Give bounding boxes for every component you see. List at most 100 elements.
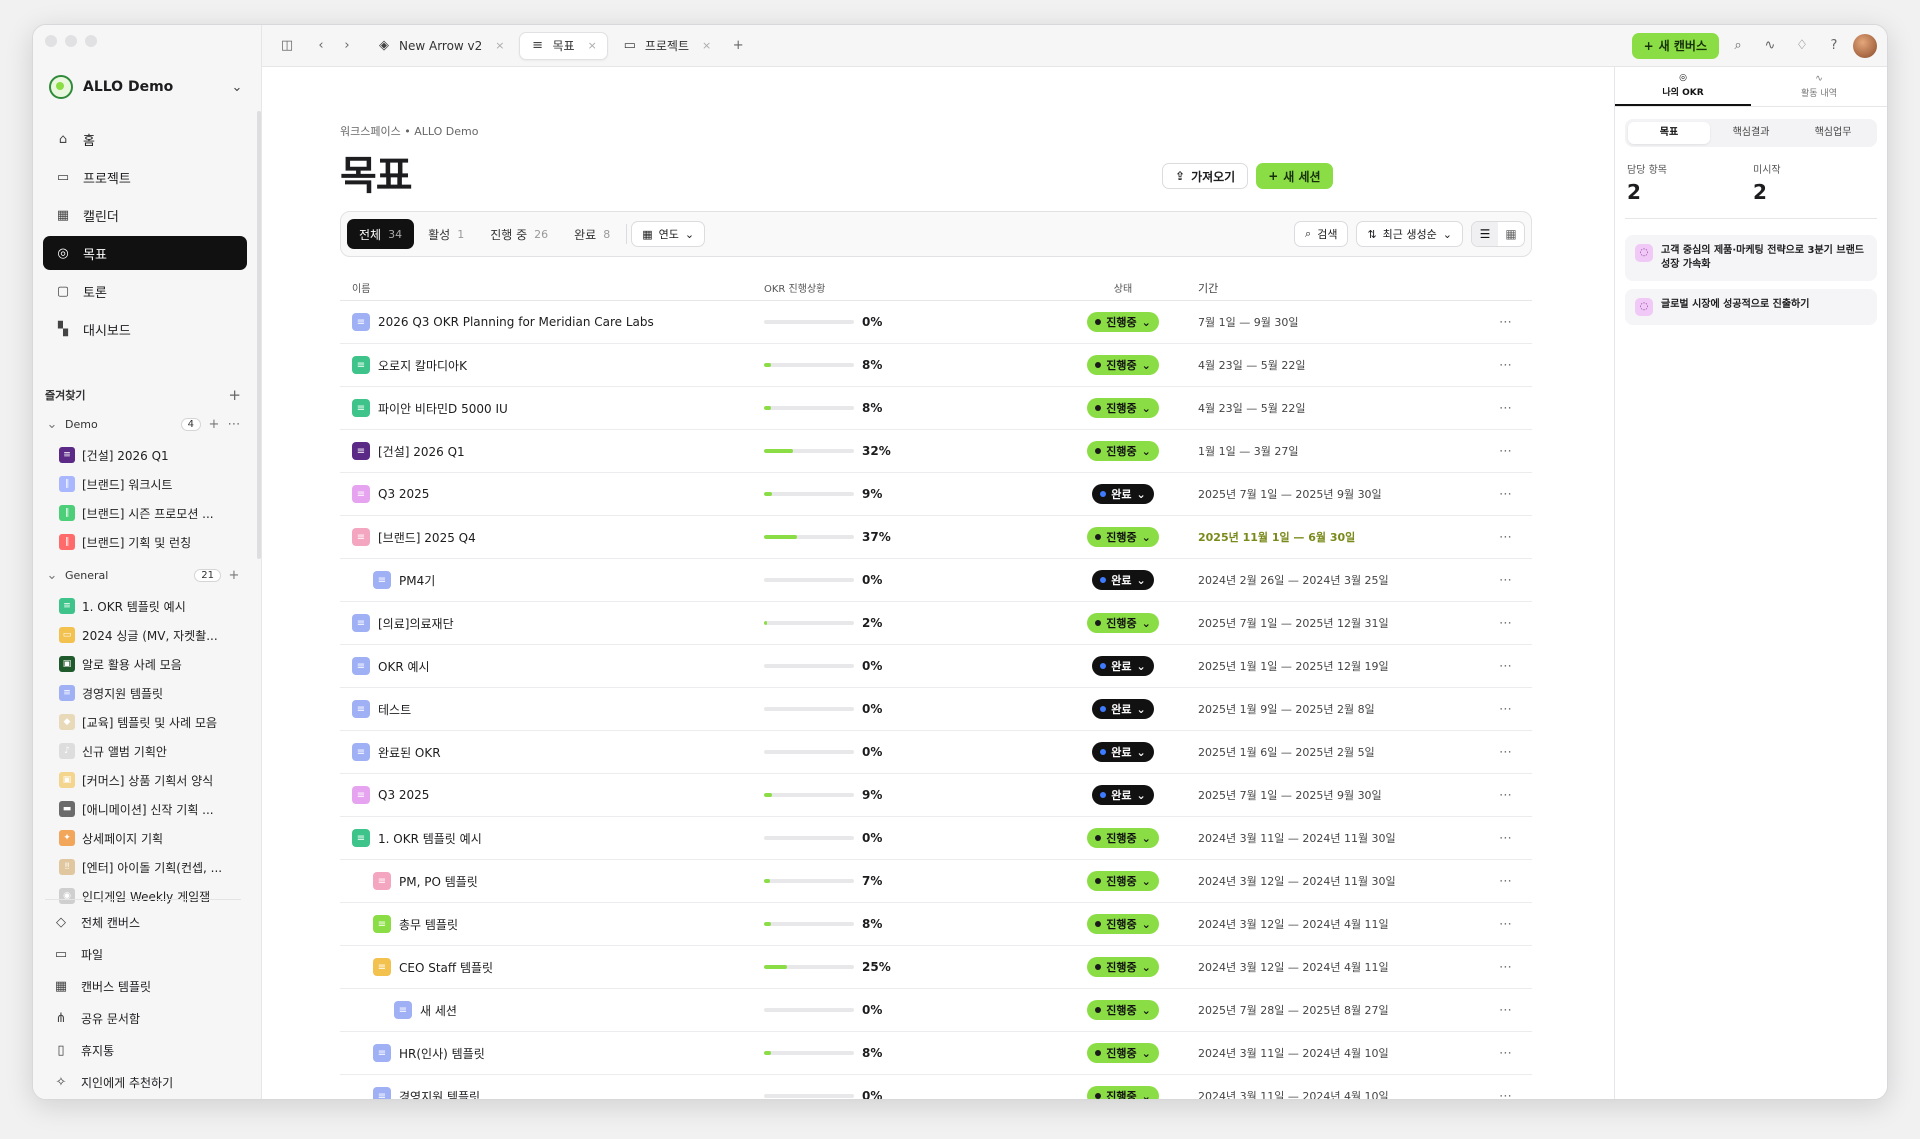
table-row[interactable]: ≡ 완료된 OKR 0% 완료 ⌄ 2025년 1월 6일 — 2025년 2월 5일 ⋯ — [340, 731, 1532, 774]
status-badge[interactable]: 완료 ⌄ — [1092, 570, 1154, 590]
new-tab-icon[interactable]: + — [725, 33, 751, 59]
bottom-nav-item-3[interactable]: ⋔ 공유 문서함 — [45, 1002, 241, 1034]
help-icon[interactable]: ? — [1821, 33, 1847, 59]
table-row[interactable]: ≡ 1. OKR 템플릿 예시 0% 진행중 ⌄ 2024년 3월 11일 — 2024년… — [340, 817, 1532, 860]
table-row[interactable]: ≡ 파이안 비타민D 5000 IU 8% 진행중 ⌄ 4월 23일 — 5월 22일 ⋯ — [340, 387, 1532, 430]
table-row[interactable]: ≡ Q3 2025 9% 완료 ⌄ 2025년 7월 1일 — 2025년 9월 30일 ⋯ — [340, 774, 1532, 817]
workspace-switcher[interactable]: ALLO Demo ⌄ — [49, 71, 245, 103]
more-icon[interactable]: ⋯ — [1482, 659, 1532, 674]
status-badge[interactable]: 진행중 ⌄ — [1087, 1043, 1159, 1063]
status-badge[interactable]: 완료 ⌄ — [1092, 742, 1154, 762]
sidebar-tree-item[interactable]: ▣ 알로 활용 사례 모음 — [59, 651, 239, 677]
bottom-nav-item-0[interactable]: ◇ 전체 캔버스 — [45, 906, 241, 938]
tab-0[interactable]: ◈ New Arrow v2 × — [366, 32, 515, 60]
more-icon[interactable]: ⋯ — [1482, 401, 1532, 416]
sidebar-tree-item[interactable]: ‼ [엔터] 아이돌 기획(컨셉, ... — [59, 854, 239, 880]
tab-1[interactable]: ≡ 목표 × — [518, 31, 608, 60]
sidebar-tree-item[interactable]: ≡ 1. OKR 템플릿 예시 — [59, 593, 239, 619]
status-badge[interactable]: 완료 ⌄ — [1092, 656, 1154, 676]
table-row[interactable]: ≡ 오로지 칼마디아K 8% 진행중 ⌄ 4월 23일 — 5월 22일 ⋯ — [340, 344, 1532, 387]
more-icon[interactable]: ⋯ — [1482, 1003, 1532, 1018]
status-badge[interactable]: 진행중 ⌄ — [1087, 1000, 1159, 1020]
import-button[interactable]: ⇪ 가져오기 — [1162, 163, 1249, 189]
back-icon[interactable]: ‹ — [308, 33, 334, 59]
status-badge[interactable]: 진행중 ⌄ — [1087, 914, 1159, 934]
table-row[interactable]: ≡ 총무 템플릿 8% 진행중 ⌄ 2024년 3월 12일 — 2024년 4월 11일… — [340, 903, 1532, 946]
status-badge[interactable]: 완료 ⌄ — [1092, 484, 1154, 504]
new-canvas-button[interactable]: + 새 캔버스 — [1631, 32, 1719, 59]
more-icon[interactable]: ⋯ — [1482, 917, 1532, 932]
bottom-nav-item-4[interactable]: ▯ 휴지통 — [45, 1034, 241, 1066]
status-badge[interactable]: 진행중 ⌄ — [1087, 957, 1159, 977]
plus-icon[interactable]: + — [227, 568, 241, 583]
nav-item-4[interactable]: ▢ 토론 — [43, 274, 247, 308]
sidebar-tree-item[interactable]: ◆ [교육] 템플릿 및 사례 모음 — [59, 709, 239, 735]
table-row[interactable]: ≡ 새 세션 0% 진행중 ⌄ 2025년 7월 28일 — 2025년 8월 27일 ⋯ — [340, 989, 1532, 1032]
filter-chip-3[interactable]: 완료 8 — [562, 219, 622, 249]
more-icon[interactable]: ⋯ — [1482, 358, 1532, 373]
bottom-nav-item-5[interactable]: ✧ 지인에게 추천하기 — [45, 1066, 241, 1098]
more-icon[interactable]: ⋯ — [1482, 1089, 1532, 1100]
group-header-general[interactable]: ⌄ General 21 + — [45, 564, 241, 586]
column-name[interactable]: 이름 — [340, 280, 764, 295]
sidebar-scrollbar[interactable] — [257, 111, 261, 559]
more-icon[interactable]: ⋯ — [1482, 745, 1532, 760]
list-view-icon[interactable]: ☰ — [1472, 222, 1498, 246]
nav-item-5[interactable]: ▚ 대시보드 — [43, 312, 247, 346]
table-row[interactable]: ≡ OKR 예시 0% 완료 ⌄ 2025년 1월 1일 — 2025년 12월 19일 ⋯ — [340, 645, 1532, 688]
status-badge[interactable]: 진행중 ⌄ — [1087, 398, 1159, 418]
objective-item[interactable]: ◌ 고객 중심의 제품·마케팅 전략으로 3분기 브랜드 성장 가속화 — [1625, 235, 1877, 281]
table-row[interactable]: ≡ Q3 2025 9% 완료 ⌄ 2025년 7월 1일 — 2025년 9월 30일 ⋯ — [340, 473, 1532, 516]
sidebar-tree-item[interactable]: ≡ 경영지원 템플릿 — [59, 680, 239, 706]
add-favorite-icon[interactable]: + — [228, 386, 241, 404]
close-tab-icon[interactable]: × — [588, 39, 597, 52]
status-badge[interactable]: 진행중 ⌄ — [1087, 441, 1159, 461]
status-badge[interactable]: 진행중 ⌄ — [1087, 1086, 1159, 1099]
more-icon[interactable]: ⋯ — [1482, 487, 1532, 502]
segment-1[interactable]: 핵심결과 — [1710, 122, 1792, 144]
avatar[interactable] — [1853, 33, 1877, 58]
filter-chip-1[interactable]: 활성 1 — [416, 219, 476, 249]
sidebar-tree-item[interactable]: ▭ 2024 싱글 (MV, 자켓촬... — [59, 622, 239, 648]
more-icon[interactable]: ⋯ — [227, 417, 241, 432]
nav-item-3[interactable]: ◎ 목표 — [43, 236, 247, 270]
sidebar-tree-item[interactable]: ▣ [커머스] 상품 기획서 양식 — [59, 767, 239, 793]
sort-dropdown[interactable]: ⇅ 최근 생성순 ⌄ — [1356, 221, 1463, 247]
close-tab-icon[interactable]: × — [495, 39, 504, 52]
chevron-down-icon[interactable]: ⌄ — [45, 568, 59, 583]
chevron-down-icon[interactable]: ⌄ — [45, 417, 59, 432]
minimize-window-button[interactable] — [65, 35, 77, 47]
table-row[interactable]: ≡ PM, PO 템플릿 7% 진행중 ⌄ 2024년 3월 12일 — 2024년 11… — [340, 860, 1532, 903]
sidebar-tree-item[interactable]: ♪ 신규 앨범 기획안 — [59, 738, 239, 764]
status-badge[interactable]: 진행중 ⌄ — [1087, 312, 1159, 332]
nav-item-0[interactable]: ⌂ 홈 — [43, 122, 247, 156]
sidebar-tree-item[interactable]: ✦ 상세페이지 기획 — [59, 825, 239, 851]
sidebar-tree-item[interactable]: ▬ [애니메이션] 신작 기획 ... — [59, 796, 239, 822]
sidebar-tree-item[interactable]: ≡ [건설] 2026 Q1 — [59, 442, 239, 468]
status-badge[interactable]: 진행중 ⌄ — [1087, 871, 1159, 891]
status-badge[interactable]: 완료 ⌄ — [1092, 699, 1154, 719]
more-icon[interactable]: ⋯ — [1482, 831, 1532, 846]
sidebar-toggle-icon[interactable]: ◫ — [274, 33, 300, 59]
status-badge[interactable]: 진행중 ⌄ — [1087, 355, 1159, 375]
status-badge[interactable]: 진행중 ⌄ — [1087, 527, 1159, 547]
more-icon[interactable]: ⋯ — [1482, 874, 1532, 889]
column-period[interactable]: 기간 — [1182, 280, 1482, 296]
right-panel-tab-1[interactable]: ∿ 활동 내역 — [1751, 67, 1887, 106]
new-session-button[interactable]: + 새 세션 — [1256, 163, 1333, 189]
bell-icon[interactable]: ♢ — [1789, 33, 1815, 59]
plus-icon[interactable]: + — [207, 417, 221, 432]
search-button[interactable]: ⌕ 검색 — [1294, 221, 1349, 247]
nav-item-2[interactable]: ▦ 캘린더 — [43, 198, 247, 232]
more-icon[interactable]: ⋯ — [1482, 444, 1532, 459]
more-icon[interactable]: ⋯ — [1482, 573, 1532, 588]
tab-2[interactable]: ▭ 프로젝트 × — [612, 32, 721, 60]
objective-item[interactable]: ◌ 글로벌 시장에 성공적으로 진출하기 — [1625, 289, 1877, 325]
nav-item-1[interactable]: ▭ 프로젝트 — [43, 160, 247, 194]
table-row[interactable]: ≡ 2026 Q3 OKR Planning for Meridian Care … — [340, 301, 1532, 344]
status-badge[interactable]: 진행중 ⌄ — [1087, 613, 1159, 633]
more-icon[interactable]: ⋯ — [1482, 315, 1532, 330]
group-header-demo[interactable]: ⌄ Demo 4 + ⋯ — [45, 413, 241, 435]
table-row[interactable]: ≡ [건설] 2026 Q1 32% 진행중 ⌄ 1월 1일 — 3월 27일 ⋯ — [340, 430, 1532, 473]
table-row[interactable]: ≡ 테스트 0% 완료 ⌄ 2025년 1월 9일 — 2025년 2월 8일 ⋯ — [340, 688, 1532, 731]
